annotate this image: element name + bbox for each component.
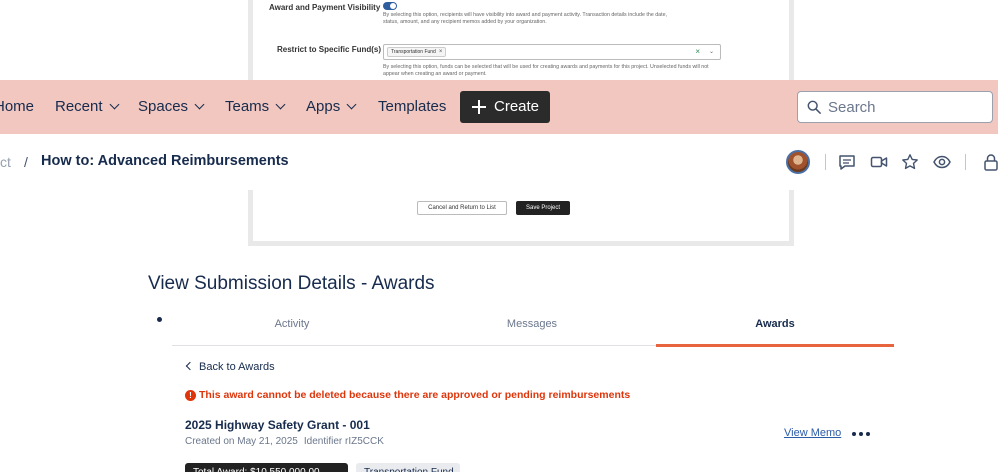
nav-templates[interactable]: Templates — [378, 97, 446, 117]
fund-restriction-description: By selecting this option, funds can be s… — [383, 64, 709, 77]
back-label: Back to Awards — [199, 361, 275, 373]
award-visibility-toggle[interactable] — [383, 2, 397, 10]
chevron-down-icon — [194, 99, 205, 110]
list-bullet — [157, 317, 162, 322]
award-visibility-label: Award and Payment Visibility — [269, 3, 381, 12]
lock-icon[interactable] — [982, 153, 998, 171]
chevron-down-icon[interactable]: ⌄ — [709, 47, 714, 57]
nav-templates-label: Templates — [378, 98, 447, 115]
nav-spaces-label: Spaces — [138, 98, 189, 115]
total-award-badge: Total Award: $10,550,000.00 — [185, 463, 348, 472]
search-box[interactable] — [797, 91, 993, 123]
video-icon[interactable] — [870, 153, 888, 171]
breadcrumb-separator: / — [24, 154, 28, 170]
clear-icon[interactable]: × — [695, 47, 700, 57]
fund-tag: Transportation Fund — [356, 463, 460, 472]
nav-home-label: Home — [0, 98, 35, 115]
page-header: ct / How to: Advanced Reimbursements — [0, 134, 998, 190]
plus-icon — [472, 100, 486, 114]
embedded-form-buttons-screenshot: Cancel and Return to List Save Project — [248, 190, 794, 246]
chevron-down-icon — [346, 99, 357, 110]
create-button[interactable]: Create — [460, 91, 550, 123]
create-label: Create — [494, 98, 540, 115]
top-navigation: Home Recent Spaces Teams Apps Templates … — [0, 80, 998, 134]
nav-apps-label: Apps — [306, 98, 341, 115]
toolbar-divider — [825, 154, 826, 170]
award-visibility-description: By selecting this option, recipients wil… — [383, 12, 668, 25]
comment-icon[interactable] — [838, 153, 856, 171]
back-to-awards-link[interactable]: Back to Awards — [185, 361, 275, 373]
tab-awards[interactable]: Awards — [656, 318, 894, 330]
nav-spaces[interactable]: Spaces — [138, 97, 205, 117]
page-title: How to: Advanced Reimbursements — [41, 153, 289, 169]
embedded-form-screenshot: Award and Payment Visibility By selectin… — [248, 0, 794, 80]
tab-messages[interactable]: Messages — [412, 318, 652, 330]
chip-remove-icon[interactable]: × — [439, 49, 443, 55]
avatar[interactable] — [786, 150, 810, 174]
nav-teams-label: Teams — [225, 98, 270, 115]
nav-teams[interactable]: Teams — [225, 97, 286, 117]
chevron-left-icon — [185, 361, 195, 371]
award-identifier: Identifier rIZ5CCK — [303, 436, 384, 447]
search-icon — [807, 100, 821, 114]
fund-restriction-label: Restrict to Specific Fund(s) — [277, 45, 382, 54]
watch-eye-icon[interactable] — [933, 153, 951, 171]
award-created-date: Created on May 21, 2025 — [185, 436, 298, 447]
error-text: This award cannot be deleted because the… — [199, 389, 631, 401]
fund-chip-label: Transportation Fund — [391, 49, 436, 55]
chevron-down-icon — [109, 99, 119, 110]
search-input[interactable] — [828, 96, 978, 118]
nav-recent-label: Recent — [55, 98, 103, 115]
nav-apps[interactable]: Apps — [306, 97, 357, 117]
toolbar-divider — [965, 154, 966, 170]
section-heading: View Submission Details - Awards — [148, 273, 435, 294]
cancel-return-button[interactable]: Cancel and Return to List — [417, 201, 507, 215]
active-tab-indicator — [656, 344, 894, 347]
nav-recent[interactable]: Recent — [55, 97, 119, 117]
save-project-button[interactable]: Save Project — [516, 201, 570, 215]
fund-chip: Transportation Fund × — [387, 47, 447, 57]
breadcrumb-parent[interactable]: ct — [0, 154, 11, 170]
error-icon: ! — [185, 390, 196, 401]
view-memo-link[interactable]: View Memo — [784, 427, 841, 439]
award-meta: Created on May 21, 2025 Identifier rIZ5CC… — [185, 436, 384, 447]
more-options-icon[interactable] — [852, 432, 870, 438]
tab-activity[interactable]: Activity — [172, 318, 412, 330]
submission-tabs: Activity Messages Awards — [172, 306, 894, 347]
error-message: ! This award cannot be deleted because th… — [185, 389, 630, 401]
nav-home[interactable]: Home — [0, 97, 34, 117]
award-title: 2025 Highway Safety Grant - 001 — [185, 418, 370, 432]
chevron-down-icon — [275, 99, 286, 110]
star-icon[interactable] — [901, 153, 919, 171]
fund-select[interactable]: Transportation Fund × × ⌄ — [383, 44, 721, 60]
